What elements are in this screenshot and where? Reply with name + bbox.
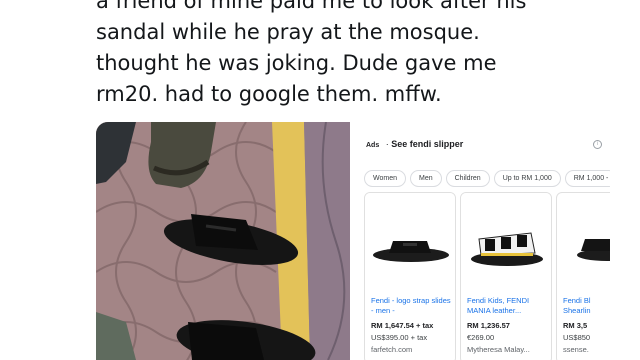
filter-chip-up-to-1000[interactable]: Up to RM 1,000 xyxy=(493,170,561,187)
filter-chips: Women Men Children Up to RM 1,000 RM 1,000 - xyxy=(364,167,610,187)
ads-tag: Ads xyxy=(366,142,380,149)
tweet-line: sandal while he pray at the mosque. xyxy=(96,20,480,44)
product-store: farfetch.com xyxy=(371,345,413,354)
filter-chip-children[interactable]: Children xyxy=(445,170,490,187)
product-card[interactable]: Fendi Kids, FENDI MANIA leather... RM 1,… xyxy=(460,192,552,360)
product-card[interactable]: Fendi Bl Shearlin RM 3,5 US$850 ssense. xyxy=(556,192,610,360)
product-store: ssense. xyxy=(563,345,589,354)
product-price: RM 3,5 xyxy=(563,321,588,330)
tweet-line: a friend of mine paid me to look after h… xyxy=(96,0,527,13)
product-title[interactable]: Fendi Kids, FENDI MANIA leather... xyxy=(467,296,547,316)
tweet-text: a friend of mine paid me to look after h… xyxy=(96,0,626,110)
sandals-photo[interactable] xyxy=(96,122,350,360)
tweet-line: thought he was joking. Dude gave me xyxy=(96,51,497,75)
product-alt-price: €269.00 xyxy=(467,333,495,342)
product-image xyxy=(571,193,610,293)
product-price: RM 1,647.54 + tax xyxy=(371,321,434,330)
product-image xyxy=(461,193,551,293)
product-store: Mytheresa Malay... xyxy=(467,345,530,354)
ads-header: Ads · See fendi slipper xyxy=(366,139,464,149)
product-title[interactable]: Fendi - logo strap slides - men - xyxy=(371,296,451,316)
filter-chip-men[interactable]: Men xyxy=(410,170,442,187)
tweet-media[interactable]: Ads · See fendi slipper i Women Men Childr… xyxy=(96,122,610,360)
shopping-ads-screenshot[interactable]: Ads · See fendi slipper i Women Men Childr… xyxy=(354,122,610,360)
product-alt-price: US$850 xyxy=(563,333,591,342)
info-icon[interactable]: i xyxy=(593,140,602,149)
filter-chip-women[interactable]: Women xyxy=(364,170,406,187)
filter-chip-1000-plus[interactable]: RM 1,000 - xyxy=(564,170,610,187)
product-card[interactable]: Fendi - logo strap slides - men - RM 1,6… xyxy=(364,192,456,360)
ads-title[interactable]: See fendi slipper xyxy=(391,139,463,149)
tweet-line: rm20. had to google them. mffw. xyxy=(96,82,442,106)
product-title[interactable]: Fendi Bl Shearlin xyxy=(563,296,610,316)
product-image xyxy=(365,193,455,293)
product-alt-price: US$395.00 + tax xyxy=(371,333,428,342)
product-price: RM 1,236.57 xyxy=(467,321,510,330)
sandals-photo-graphic xyxy=(96,122,350,360)
